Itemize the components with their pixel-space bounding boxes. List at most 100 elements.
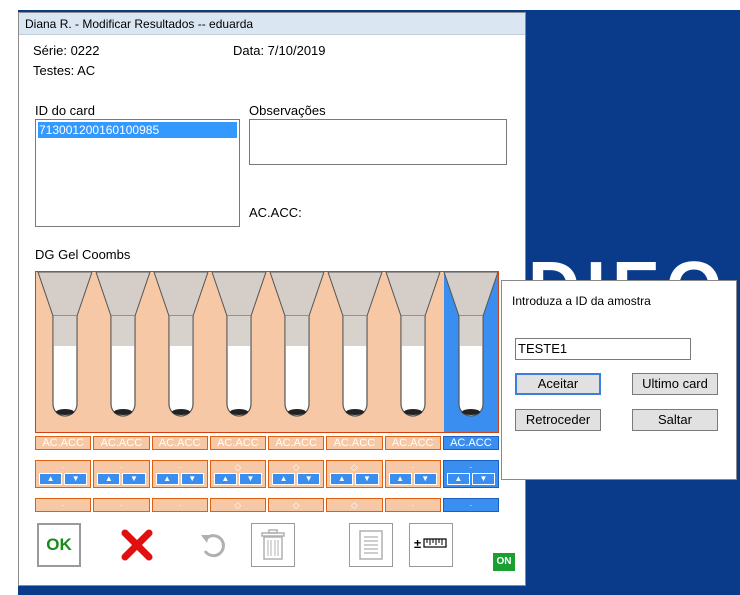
gel-card-label: DG Gel Coombs: [35, 247, 131, 262]
reaction-bar-cell[interactable]: ◇: [326, 498, 383, 512]
down-arrow-icon[interactable]: ▼: [471, 473, 495, 485]
report-button[interactable]: [349, 523, 393, 567]
window-title: Diana R. - Modificar Resultados -- eduar…: [19, 13, 525, 35]
observations-label: Observações: [249, 103, 326, 118]
acacc-label: AC.ACC:: [249, 205, 302, 220]
results-row: AC.ACC AC.ACC AC.ACC AC.ACC AC.ACC AC.AC…: [35, 436, 499, 450]
gel-column: [54, 316, 76, 346]
result-cell-selected[interactable]: AC.ACC: [442, 436, 499, 450]
cancel-button[interactable]: [115, 523, 159, 567]
down-arrow-icon[interactable]: ▼: [122, 473, 146, 485]
cell-pellet: [462, 409, 480, 415]
up-arrow-icon[interactable]: ▲: [330, 473, 354, 485]
reaction-bar-cell[interactable]: ·: [151, 498, 208, 512]
stepper-cell-selected: · ▲ ▼: [442, 460, 499, 488]
reaction-bar-cell[interactable]: ·: [384, 498, 441, 512]
down-arrow-icon[interactable]: ▼: [64, 473, 88, 485]
up-arrow-icon[interactable]: ▲: [155, 473, 179, 485]
stepper-cell: ◇ ▲ ▼: [326, 460, 383, 488]
down-arrow-icon[interactable]: ▼: [238, 473, 262, 485]
stepper-row: · ▲ ▼ · ▲ ▼ · ▲ ▼ ◇ ▲ ▼ ◇ ▲ ▼ ◇ ▲ ▼ · ▲ ▼ · ▲ ▼: [35, 460, 499, 488]
date-label: Data: 7/10/2019: [233, 43, 326, 58]
stepper-tag: ·: [178, 462, 182, 472]
plus-minus-ruler-icon: ±: [414, 536, 447, 551]
stepper-cell: ◇ ▲ ▼: [268, 460, 325, 488]
result-cell[interactable]: AC.ACC: [326, 436, 383, 450]
gel-column: [344, 316, 366, 346]
cell-pellet: [346, 409, 364, 415]
result-cell[interactable]: AC.ACC: [209, 436, 266, 450]
list-item[interactable]: 713001200160100985: [38, 122, 237, 138]
reaction-bar-cell[interactable]: ◇: [268, 498, 325, 512]
tube-funnel: [385, 272, 441, 317]
up-arrow-icon[interactable]: ▲: [272, 473, 296, 485]
back-button[interactable]: Retroceder: [515, 409, 601, 431]
stepper-cell: · ▲ ▼: [151, 460, 208, 488]
modify-results-window: Diana R. - Modificar Resultados -- eduar…: [18, 12, 526, 586]
gel-column: [402, 316, 424, 346]
on-status-badge[interactable]: ON: [493, 553, 515, 571]
tube-funnel: [327, 272, 383, 317]
stepper-cell: · ▲ ▼: [35, 460, 92, 488]
reaction-bar-cell[interactable]: ◇: [209, 498, 266, 512]
undo-button[interactable]: [191, 523, 235, 567]
down-arrow-icon[interactable]: ▼: [413, 473, 437, 485]
sample-id-dialog: Introduza a ID da amostra TESTE1 Aceitar…: [501, 280, 737, 480]
result-cell[interactable]: AC.ACC: [384, 436, 441, 450]
tube-funnel: [37, 272, 93, 317]
up-arrow-icon[interactable]: ▲: [388, 473, 412, 485]
svg-text:±: ±: [414, 536, 421, 551]
stepper-cell: · ▲ ▼: [384, 460, 441, 488]
gel-card: [35, 271, 499, 433]
result-cell[interactable]: AC.ACC: [151, 436, 208, 450]
result-cell[interactable]: AC.ACC: [93, 436, 150, 450]
gel-column: [228, 316, 250, 346]
result-cell[interactable]: AC.ACC: [35, 436, 92, 450]
cell-pellet: [56, 409, 74, 415]
reaction-bar-cell-selected[interactable]: ·: [442, 498, 499, 512]
tube-funnel: [269, 272, 325, 317]
delete-button[interactable]: [251, 523, 295, 567]
stepper-tag: ·: [61, 462, 65, 472]
last-card-button[interactable]: Ultimo card: [632, 373, 718, 395]
gel-column: [460, 316, 482, 346]
cell-pellet: [230, 409, 248, 415]
cell-pellet: [172, 409, 190, 415]
up-arrow-icon[interactable]: ▲: [213, 473, 237, 485]
trash-icon: [261, 529, 285, 560]
skip-button[interactable]: Saltar: [632, 409, 718, 431]
sample-id-input[interactable]: TESTE1: [515, 338, 691, 360]
id-card-label: ID do card: [35, 103, 95, 118]
undo-icon: [201, 534, 225, 558]
stepper-cell: ◇ ▲ ▼: [209, 460, 266, 488]
accept-button[interactable]: Aceitar: [515, 373, 601, 395]
tube-funnel: [211, 272, 267, 317]
up-arrow-icon[interactable]: ▲: [39, 473, 63, 485]
up-arrow-icon[interactable]: ▲: [97, 473, 121, 485]
tube-funnel: [153, 272, 209, 317]
stepper-tag: ·: [469, 462, 473, 472]
measure-button[interactable]: ±: [409, 523, 453, 567]
cell-pellet: [404, 409, 422, 415]
cell-pellet: [114, 409, 132, 415]
result-cell[interactable]: AC.ACC: [268, 436, 325, 450]
reaction-bar-row: · · · ◇ ◇ ◇ · ·: [35, 498, 499, 512]
down-arrow-icon[interactable]: ▼: [180, 473, 204, 485]
document-icon: [359, 530, 383, 560]
stepper-tag: ◇: [350, 462, 358, 472]
stepper-cell: · ▲ ▼: [93, 460, 150, 488]
gel-column: [170, 316, 192, 346]
observations-field[interactable]: [249, 119, 507, 165]
ok-button[interactable]: OK: [37, 523, 81, 567]
stepper-tag: ·: [411, 462, 415, 472]
up-arrow-icon[interactable]: ▲: [446, 473, 470, 485]
reaction-bar-cell[interactable]: ·: [93, 498, 150, 512]
gel-column: [112, 316, 134, 346]
id-card-listbox[interactable]: 713001200160100985: [35, 119, 240, 227]
reaction-bar-cell[interactable]: ·: [35, 498, 92, 512]
tube-funnel: [95, 272, 151, 317]
down-arrow-icon[interactable]: ▼: [355, 473, 379, 485]
gel-tubes: [37, 272, 498, 432]
stepper-tag: ·: [119, 462, 123, 472]
down-arrow-icon[interactable]: ▼: [297, 473, 321, 485]
